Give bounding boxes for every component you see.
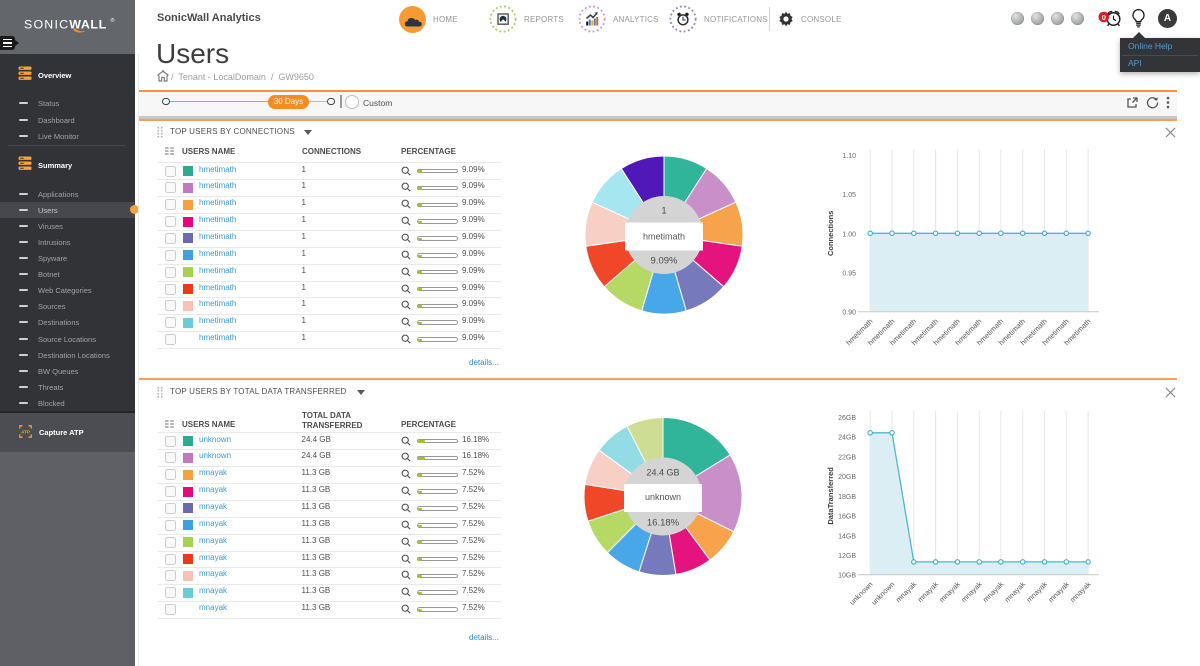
svg-text:mnayak: mnayak <box>937 580 962 605</box>
svg-text:mnayak: mnayak <box>1003 580 1028 605</box>
svg-text:14GB: 14GB <box>838 533 856 540</box>
svg-text:26GB: 26GB <box>838 415 856 422</box>
svg-text:18GB: 18GB <box>838 494 856 501</box>
svg-text:mnayak: mnayak <box>894 580 919 605</box>
svg-text:mnayak: mnayak <box>1046 580 1071 605</box>
svg-text:24GB: 24GB <box>838 435 856 442</box>
svg-text:16.18%: 16.18% <box>647 518 680 529</box>
svg-text:DataTransferred: DataTransferred <box>826 467 835 525</box>
svg-text:1.10: 1.10 <box>842 153 856 160</box>
svg-text:unknown: unknown <box>645 492 681 502</box>
svg-text:22GB: 22GB <box>838 454 856 461</box>
svg-text:0: 0 <box>1102 13 1106 22</box>
svg-text:20GB: 20GB <box>838 474 856 481</box>
svg-text:16GB: 16GB <box>838 514 856 521</box>
svg-text:9.09%: 9.09% <box>651 256 678 267</box>
svg-text:1.05: 1.05 <box>842 192 856 199</box>
svg-text:mnayak: mnayak <box>1024 580 1049 605</box>
svg-text:Connections: Connections <box>826 211 835 256</box>
svg-text:10GB: 10GB <box>838 573 856 580</box>
svg-text:mnayak: mnayak <box>981 580 1006 605</box>
svg-text:®: ® <box>111 17 115 24</box>
svg-text:1: 1 <box>661 206 666 216</box>
svg-text:12GB: 12GB <box>838 553 856 560</box>
svg-text:mnayak: mnayak <box>916 580 941 605</box>
svg-text:mnayak: mnayak <box>959 580 984 605</box>
svg-text:ATP: ATP <box>21 429 30 434</box>
svg-text:1.00: 1.00 <box>842 231 856 238</box>
svg-text:0.90: 0.90 <box>842 310 856 317</box>
svg-text:SONICWALL: SONICWALL <box>24 17 107 31</box>
svg-text:0.95: 0.95 <box>842 271 856 278</box>
svg-text:unknown: unknown <box>869 580 896 607</box>
svg-text:hmetimath: hmetimath <box>643 232 685 242</box>
svg-text:24.4 GB: 24.4 GB <box>646 468 679 478</box>
svg-text:mnayak: mnayak <box>1068 580 1093 605</box>
